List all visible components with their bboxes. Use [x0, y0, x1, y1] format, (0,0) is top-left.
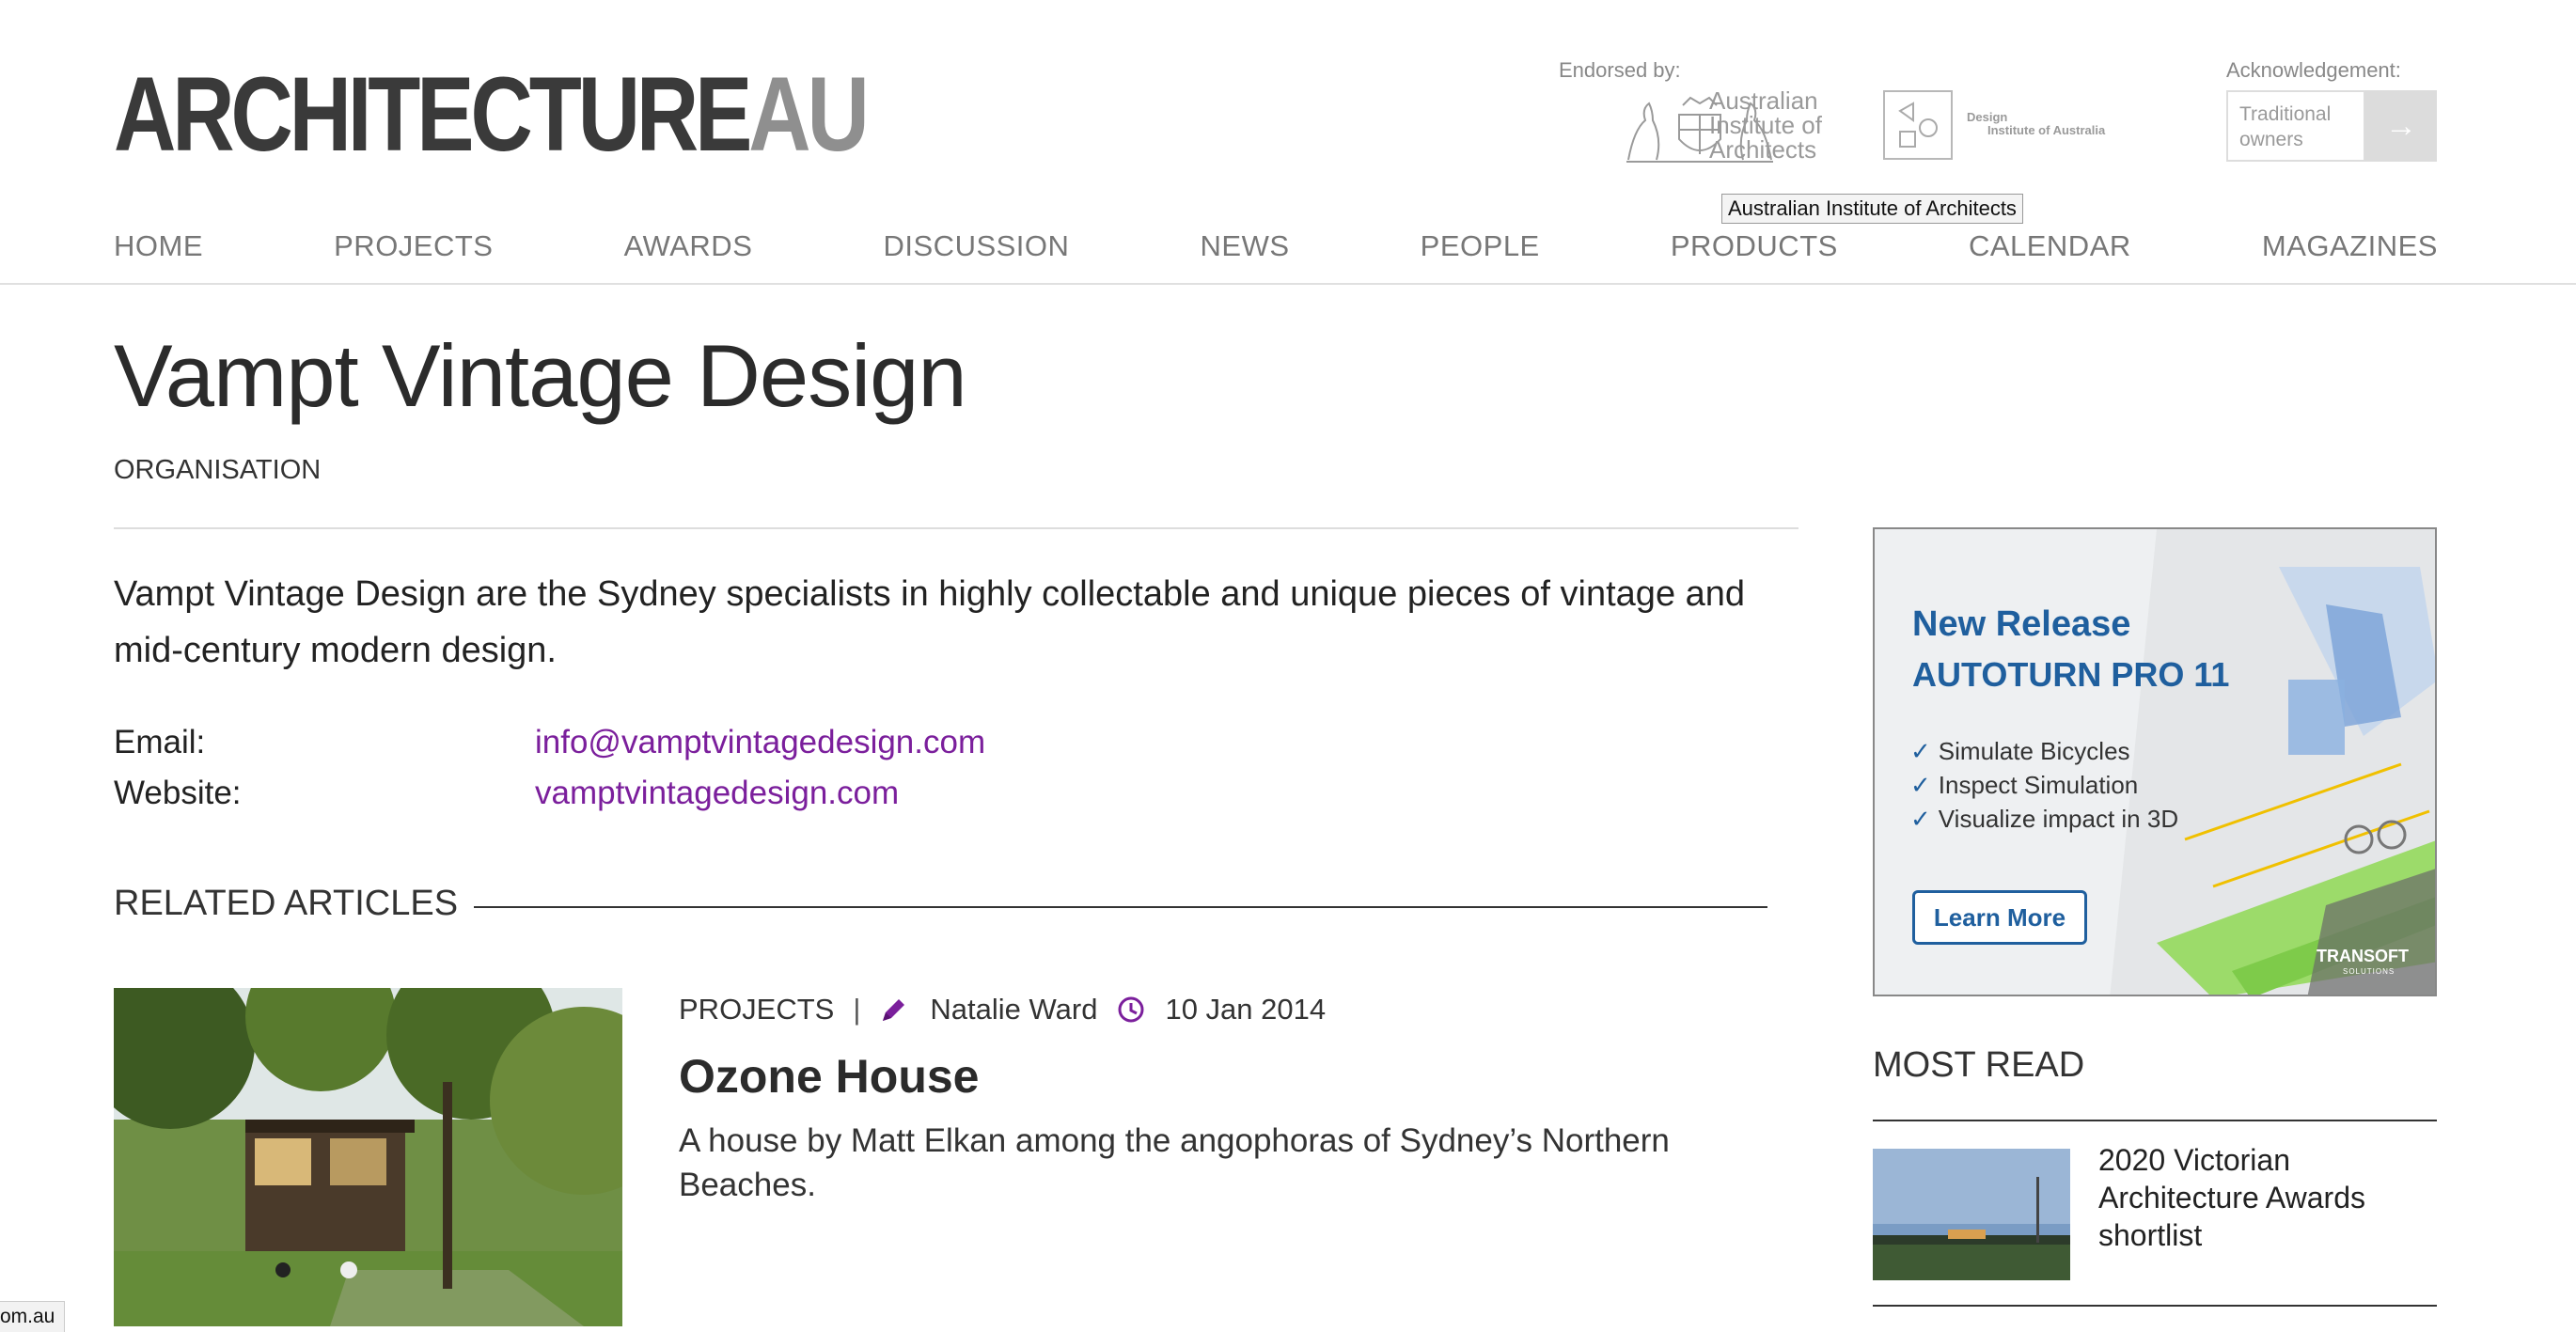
aia-line-2: Institute of — [1709, 111, 1822, 139]
dia-name[interactable]: Design Institute of Australia — [1967, 111, 2105, 137]
nav-home[interactable]: HOME — [114, 229, 203, 263]
endorsed-label: Endorsed by: — [1559, 58, 1681, 82]
nav-products[interactable]: PRODUCTS — [1671, 229, 1838, 263]
article-title[interactable]: Ozone House — [679, 1049, 979, 1104]
acknowledgement-arrow-button[interactable]: → — [2365, 90, 2437, 162]
logo-text-architecture: ARCHITECTURE — [114, 55, 752, 173]
website-link[interactable]: vamptvintagedesign.com — [535, 775, 899, 812]
ad-bullet: ✓ Visualize impact in 3D — [1910, 805, 2179, 833]
most-read-thumbnail[interactable] — [1873, 1149, 2070, 1280]
nav-people[interactable]: PEOPLE — [1421, 229, 1540, 263]
aia-line-3: Architects — [1709, 135, 1817, 164]
advertisement[interactable]: New Release AUTOTURN PRO 11 ✓ Simulate Bi… — [1873, 527, 2437, 996]
description: Vampt Vintage Design are the Sydney spec… — [114, 574, 1746, 670]
ad-product: AUTOTURN PRO 11 — [1912, 655, 2230, 694]
dia-line-2: Institute of Australia — [1987, 123, 2106, 137]
ad-bullet: ✓ Inspect Simulation — [1910, 771, 2139, 799]
ad-learn-more-button[interactable]: Learn More — [1912, 890, 2087, 945]
aia-line-1: Australian — [1709, 86, 1818, 115]
check-icon: ✓ — [1910, 737, 1931, 765]
nav-awards[interactable]: AWARDS — [624, 229, 753, 263]
ad-brand: TRANSOFT — [2317, 947, 2409, 965]
pencil-icon — [879, 995, 909, 1025]
most-read-item-divider — [1873, 1305, 2437, 1307]
email-link[interactable]: info@vamptvintagedesign.com — [535, 724, 985, 761]
nav-magazines[interactable]: MAGAZINES — [2262, 229, 2438, 263]
article-date: 10 Jan 2014 — [1165, 993, 1327, 1026]
dia-line-1: Design — [1967, 110, 2008, 124]
check-icon: ✓ — [1910, 805, 1931, 833]
nav-calendar[interactable]: CALENDAR — [1969, 229, 2131, 263]
nav-discussion[interactable]: DISCUSSION — [884, 229, 1070, 263]
related-divider — [474, 906, 1767, 908]
acknowledgement-label: Acknowledgement: — [2226, 58, 2401, 82]
dia-logo-icon[interactable] — [1883, 90, 1953, 160]
status-bar-url: om.au — [0, 1301, 66, 1332]
related-articles-heading: RELATED ARTICLES — [114, 884, 459, 923]
email-label: Email: — [114, 724, 206, 760]
most-read-heading: MOST READ — [1873, 1045, 2085, 1085]
traditional-owners-input[interactable]: Traditional owners — [2226, 90, 2365, 162]
website-label: Website: — [114, 775, 242, 811]
article-summary: A house by Matt Elkan among the angophor… — [679, 1122, 1670, 1203]
title-divider — [114, 527, 1798, 529]
tooltip: Australian Institute of Architects — [1721, 194, 2023, 224]
main-nav: HOME PROJECTS AWARDS DISCUSSION NEWS PEO… — [114, 229, 2438, 263]
ad-brand-sub: SOLUTIONS — [2343, 967, 2395, 976]
meta-separator: | — [853, 993, 861, 1026]
article-author[interactable]: Natalie Ward — [930, 993, 1097, 1026]
ad-headline: New Release — [1912, 604, 2131, 644]
nav-divider — [0, 283, 2576, 285]
check-icon: ✓ — [1910, 771, 1931, 799]
logo-text-au: AU — [748, 55, 870, 173]
arrow-right-icon: → — [2385, 108, 2417, 144]
nav-news[interactable]: NEWS — [1201, 229, 1290, 263]
article-category[interactable]: PROJECTS — [679, 993, 834, 1026]
aia-name[interactable]: Australian Institute of Architects — [1709, 88, 1822, 162]
ad-bullet: ✓ Simulate Bicycles — [1910, 737, 2130, 765]
article-meta: PROJECTS | Natalie Ward 10 Jan 2014 — [679, 993, 1326, 1026]
most-read-divider — [1873, 1120, 2437, 1121]
site-logo[interactable]: ARCHITECTUREAU — [114, 55, 870, 173]
clock-icon — [1116, 995, 1146, 1025]
article-thumbnail[interactable] — [114, 988, 622, 1326]
entity-type: ORGANISATION — [114, 455, 322, 485]
page-title: Vampt Vintage Design — [114, 326, 967, 425]
most-read-title[interactable]: 2020 Victorian Architecture Awards short… — [2098, 1141, 2437, 1254]
ad-bullets: ✓ Simulate Bicycles ✓ Inspect Simulation ✓… — [1910, 734, 2178, 836]
nav-projects[interactable]: PROJECTS — [334, 229, 493, 263]
